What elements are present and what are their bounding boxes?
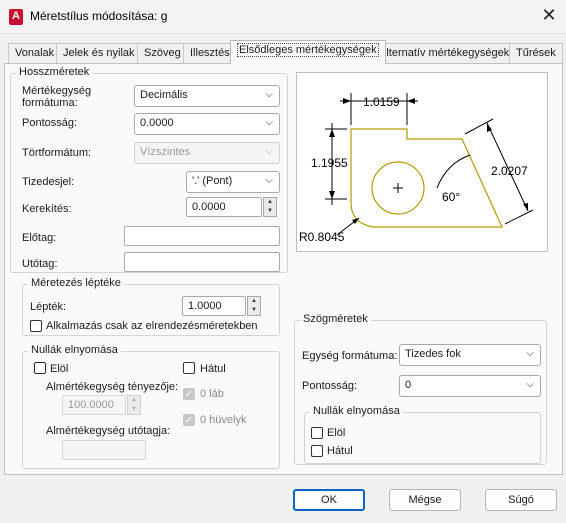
chevron-down-icon: ⌵ [265, 146, 273, 157]
autocad-app-icon: A [9, 9, 23, 25]
tab-tolerances[interactable]: Tűrések [509, 43, 563, 63]
dim-right-text: 2.0207 [491, 164, 528, 178]
inches-checkbox[interactable]: ✓ [183, 414, 195, 426]
inches-label: 0 hüvelyk [200, 414, 247, 426]
scale-factor-spinner[interactable]: ▲ ▼ [247, 296, 261, 316]
chevron-down-icon: ⌵ [526, 348, 534, 359]
chevron-down-icon: ⌵ [265, 175, 273, 186]
cancel-button[interactable]: Mégse [389, 489, 461, 511]
unit-format-select[interactable]: Decimális ⌵ [134, 85, 280, 107]
tab-lines[interactable]: Vonalak [8, 43, 62, 63]
angle-precision-label: Pontosság: [302, 380, 358, 392]
chevron-down-icon: ⌵ [265, 89, 273, 100]
precision-select[interactable]: 0.0000 ⌵ [134, 113, 280, 135]
angle-zero-suppression-title: Nullák elnyomása [310, 405, 403, 417]
dim-left-text: 1.1955 [311, 156, 348, 170]
close-button[interactable]: ✕ [536, 4, 562, 28]
sub-unit-suffix-label: Almértékegység utótagja: [46, 425, 171, 437]
angle-trailing-zero-checkbox[interactable] [311, 445, 323, 457]
window-title: Méretstílus módosítása: g [30, 9, 168, 23]
sub-unit-factor-spinner[interactable]: ▲ ▼ [127, 395, 141, 415]
leading-zero-label: Elöl [50, 363, 69, 375]
measurement-scale-title: Méretezés léptéke [28, 277, 124, 289]
scale-factor-input[interactable]: 1.0000 [182, 296, 246, 316]
dim-radius-text: R0.8045 [299, 230, 345, 244]
zero-suppression-title: Nullák elnyomása [28, 344, 121, 356]
help-button[interactable]: Súgó [485, 489, 557, 511]
tab-primary-units-label: Elsődleges mértékegységek [237, 43, 379, 57]
trailing-zero-label: Hátul [200, 363, 226, 375]
angle-leading-zero-checkbox[interactable] [311, 427, 323, 439]
spin-down-icon[interactable]: ▼ [248, 306, 260, 315]
decimal-separator-label: Tizedesjel: [22, 176, 75, 188]
dimension-preview: 1.0159 1.1955 2.0207 60° R0.8045 [296, 72, 548, 252]
decimal-separator-select[interactable]: '.' (Pont) ⌵ [186, 171, 280, 193]
suffix-input[interactable] [124, 252, 280, 272]
tab-fit[interactable]: Illesztés [183, 43, 237, 63]
layout-only-checkbox[interactable] [30, 320, 42, 332]
ok-button[interactable]: OK [293, 489, 365, 511]
preview-drawing: 1.0159 1.1955 2.0207 60° R0.8045 [299, 93, 534, 244]
fraction-format-value: Vízszintes [140, 146, 191, 158]
angle-format-value: Tizedes fok [405, 348, 461, 360]
prefix-input[interactable] [124, 226, 280, 246]
precision-label: Pontosság: [22, 117, 78, 129]
spin-down-icon[interactable]: ▼ [264, 207, 276, 216]
angle-format-label: Egység formátuma: [302, 350, 398, 362]
tab-alternate-units[interactable]: Alternatív mértékegységek [372, 43, 517, 63]
angle-precision-value: 0 [405, 379, 412, 391]
feet-checkbox[interactable]: ✓ [183, 388, 195, 400]
dim-angle-text: 60° [442, 190, 460, 204]
tab-symbols-arrows[interactable]: Jelek és nyilak [56, 43, 142, 63]
tab-text[interactable]: Szöveg [137, 43, 188, 63]
precision-value: 0.0000 [140, 117, 174, 129]
leading-zero-checkbox[interactable] [34, 362, 46, 374]
prefix-label: Előtag: [22, 232, 57, 244]
feet-label: 0 láb [200, 388, 224, 400]
linear-dimensions-title: Hosszméretek [16, 66, 93, 78]
layout-only-label: Alkalmazás csak az elrendezésméretekben [46, 320, 258, 332]
unit-format-label: Mértékegység formátuma: [22, 85, 92, 109]
unit-format-value: Decimális [140, 89, 188, 101]
preview-geometry [350, 128, 503, 228]
sub-unit-suffix-input[interactable] [62, 440, 146, 460]
fraction-format-select[interactable]: Vízszintes ⌵ [134, 142, 280, 164]
chevron-down-icon: ⌵ [526, 379, 534, 390]
round-off-input[interactable]: 0.0000 [186, 197, 262, 217]
spin-up-icon[interactable]: ▲ [264, 198, 276, 207]
angle-trailing-zero-label: Hátul [327, 445, 353, 457]
decimal-separator-value: '.' (Pont) [192, 175, 233, 187]
round-off-label: Kerekítés: [22, 203, 72, 215]
angle-format-select[interactable]: Tizedes fok ⌵ [399, 344, 541, 366]
dimension-texts: 1.0159 1.1955 2.0207 60° R0.8045 [299, 95, 528, 244]
trailing-zero-checkbox[interactable] [183, 362, 195, 374]
spin-up-icon[interactable]: ▲ [248, 297, 260, 306]
sub-unit-factor-input[interactable]: 100.0000 [62, 395, 126, 415]
chevron-down-icon: ⌵ [265, 117, 273, 128]
angle-leading-zero-label: Elöl [327, 427, 346, 439]
dim-top-text: 1.0159 [363, 95, 400, 109]
angular-dimensions-title: Szögméretek [300, 313, 371, 325]
scale-factor-label: Lépték: [30, 301, 67, 313]
suffix-label: Utótag: [22, 258, 58, 270]
spin-down-icon[interactable]: ▼ [128, 405, 140, 414]
tab-primary-units[interactable]: Elsődleges mértékegységek [230, 40, 386, 64]
spin-up-icon[interactable]: ▲ [128, 396, 140, 405]
round-off-spinner[interactable]: ▲ ▼ [263, 197, 277, 217]
sub-unit-factor-label: Almértékegység tényezője: [46, 381, 179, 393]
angle-precision-select[interactable]: 0 ⌵ [399, 375, 541, 397]
dimension-arrowheads [329, 98, 528, 224]
fraction-format-label: Törtformátum: [22, 147, 92, 159]
